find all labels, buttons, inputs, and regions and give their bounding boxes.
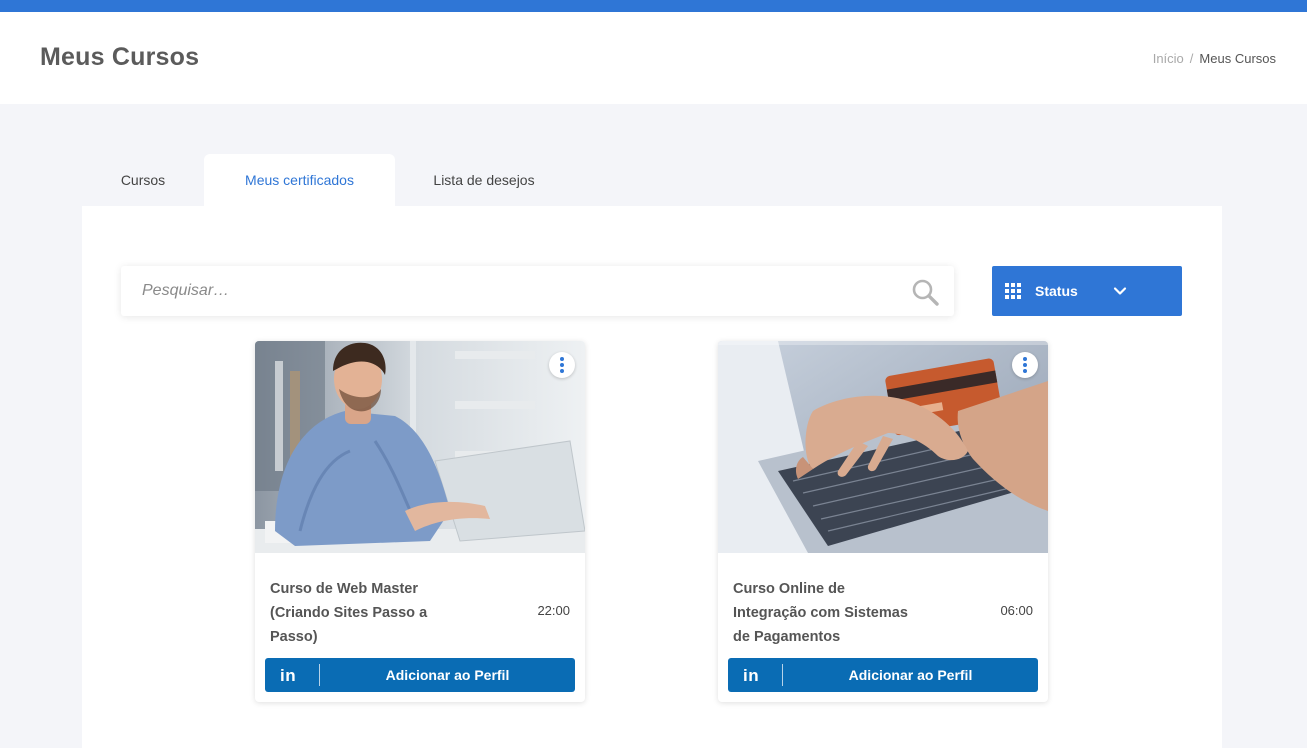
add-to-profile-label: Adicionar ao Perfil	[848, 667, 973, 683]
tab-cursos[interactable]: Cursos	[82, 154, 204, 206]
course-duration: 22:00	[537, 603, 570, 618]
man-using-laptop-photo	[255, 341, 585, 553]
tab-lista-de-desejos[interactable]: Lista de desejos	[395, 154, 573, 206]
add-to-profile-button[interactable]: in Adicionar ao Perfil	[728, 658, 1038, 692]
page-title: Meus Cursos	[40, 43, 200, 71]
chevron-down-icon	[1113, 287, 1127, 295]
status-filter-button[interactable]: Status	[992, 266, 1182, 316]
top-accent-bar	[0, 0, 1307, 12]
page-header: Meus Cursos Início / Meus Cursos	[0, 12, 1307, 104]
grid-icon	[1005, 283, 1021, 299]
add-to-profile-label: Adicionar ao Perfil	[385, 667, 510, 683]
breadcrumb: Início / Meus Cursos	[1153, 51, 1276, 66]
more-options-button[interactable]	[1012, 352, 1038, 378]
breadcrumb-separator: /	[1189, 51, 1194, 66]
course-duration: 06:00	[1000, 603, 1033, 618]
linkedin-icon: in	[280, 666, 297, 685]
status-filter-label: Status	[1035, 283, 1078, 299]
course-title[interactable]: Curso de Web Master (Criando Sites Passo…	[270, 577, 445, 649]
add-to-profile-button[interactable]: in Adicionar ao Perfil	[265, 658, 575, 692]
more-options-button[interactable]	[549, 352, 575, 378]
tab-meus-certificados[interactable]: Meus certificados	[204, 154, 395, 206]
search-icon[interactable]	[911, 278, 939, 306]
breadcrumb-home-link[interactable]: Início	[1153, 51, 1184, 66]
credit-card-laptop-photo	[718, 341, 1048, 553]
course-card[interactable]: Curso Online de Integração com Sistemas …	[718, 341, 1048, 702]
search-input[interactable]	[121, 266, 901, 316]
course-card[interactable]: Curso de Web Master (Criando Sites Passo…	[255, 341, 585, 702]
course-tabs: Cursos Meus certificados Lista de desejo…	[82, 154, 573, 206]
breadcrumb-current: Meus Cursos	[1199, 51, 1276, 66]
linkedin-icon: in	[743, 666, 760, 685]
search-box	[121, 266, 954, 316]
course-title[interactable]: Curso Online de Integração com Sistemas …	[733, 577, 908, 649]
